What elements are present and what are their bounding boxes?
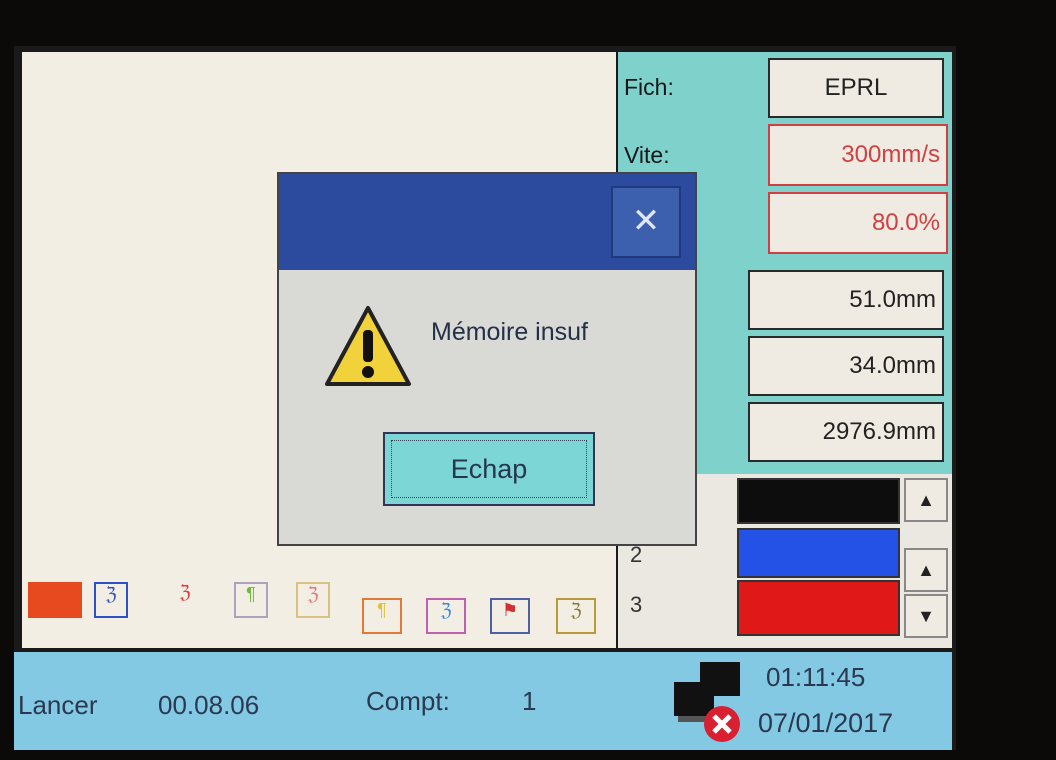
network-disconnected-icon[interactable]	[672, 662, 742, 742]
file-label: Fich:	[624, 74, 674, 100]
height-field[interactable]: 34.0mm	[748, 336, 944, 396]
echap-button[interactable]: Echap	[383, 432, 595, 506]
speed-field[interactable]: 300mm/s	[768, 124, 948, 186]
clock-date: 07/01/2017	[758, 708, 894, 738]
power-field[interactable]: 80.0%	[768, 192, 948, 254]
dialog-message: Mémoire insuf	[431, 318, 588, 346]
file-name-field[interactable]: EPRL	[768, 58, 944, 118]
layer-tool-icon[interactable]: ℨ	[426, 598, 466, 634]
layer-color-blue[interactable]	[737, 528, 900, 578]
close-button[interactable]: ✕	[611, 186, 681, 258]
arrow-down-icon: ▼	[917, 606, 935, 626]
close-icon: ✕	[631, 202, 661, 240]
speed-label: Vite:	[624, 142, 670, 168]
scroll-up-button[interactable]: ▲	[904, 548, 948, 592]
width-field[interactable]: 51.0mm	[748, 270, 944, 330]
count-label: Compt:	[366, 686, 450, 716]
layer-tool-icon[interactable]: ℨ	[94, 582, 128, 618]
layer-tool-icon[interactable]	[28, 582, 82, 618]
arrow-up-icon: ▲	[917, 490, 935, 510]
length-field[interactable]: 2976.9mm	[748, 402, 944, 462]
layer-tool-icon[interactable]: ⚑	[490, 598, 530, 634]
warning-icon	[323, 304, 413, 395]
layer-number: 3	[630, 592, 643, 617]
run-time: 00.08.06	[158, 690, 260, 720]
layer-tool-icon[interactable]: ℨ	[556, 598, 596, 634]
layer-tool-icon[interactable]: ¶	[362, 598, 402, 634]
arrow-up-icon: ▲	[917, 560, 935, 580]
memory-alert-dialog: ✕ Mémoire insuf Echap	[277, 172, 697, 546]
scroll-down-button[interactable]: ▼	[904, 594, 948, 638]
clock-time: 01:11:45	[766, 662, 866, 692]
layer-tool-icon[interactable]: ¶	[234, 582, 268, 618]
run-label: Lancer	[18, 690, 98, 720]
count-value: 1	[522, 686, 537, 716]
layer-tool-icon[interactable]: ℨ	[168, 582, 202, 618]
layer-color-black[interactable]	[737, 478, 900, 524]
scroll-up-button[interactable]: ▲	[904, 478, 948, 522]
layer-color-red[interactable]	[737, 580, 900, 636]
layer-tool-icon[interactable]: ℨ	[296, 582, 330, 618]
